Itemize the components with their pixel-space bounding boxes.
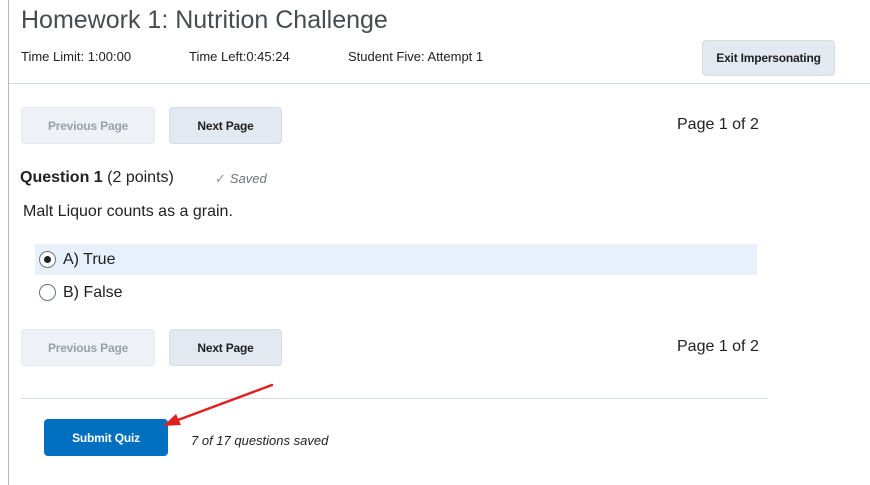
exit-impersonating-button[interactable]: Exit Impersonating	[702, 40, 835, 76]
quiz-title: Homework 1: Nutrition Challenge	[21, 6, 388, 34]
radio-button-checked[interactable]	[39, 251, 56, 268]
time-left: Time Left:0:45:24	[189, 49, 290, 64]
saved-status: 7 of 17 questions saved	[191, 433, 329, 448]
question-number: Question 1	[20, 169, 103, 186]
time-limit: Time Limit: 1:00:00	[21, 49, 132, 64]
next-page-button-top[interactable]: Next Page	[169, 107, 282, 144]
saved-indicator: ✓ Saved	[215, 171, 267, 187]
window-border	[8, 0, 9, 485]
question-header: Question 1 (2 points)	[20, 169, 174, 187]
next-page-button-bottom[interactable]: Next Page	[169, 329, 282, 366]
student-attempt: Student Five: Attempt 1	[348, 49, 484, 64]
answer-option-true[interactable]: A) True	[35, 244, 757, 275]
answer-option-false[interactable]: B) False	[35, 277, 757, 308]
page-indicator-bottom: Page 1 of 2	[677, 338, 759, 355]
radio-button-unchecked[interactable]	[39, 284, 56, 301]
saved-label: Saved	[229, 171, 267, 186]
question-text: Malt Liquor counts as a grain.	[23, 203, 233, 220]
page-indicator-top: Page 1 of 2	[677, 116, 759, 133]
question-points: (2 points)	[107, 169, 174, 186]
submit-quiz-button[interactable]: Submit Quiz	[44, 419, 168, 456]
option-label: A) True	[63, 250, 116, 268]
checkmark-icon: ✓	[215, 171, 226, 186]
header-divider	[9, 83, 870, 84]
previous-page-button-bottom[interactable]: Previous Page	[21, 329, 155, 366]
previous-page-button-top[interactable]: Previous Page	[21, 107, 155, 144]
footer-divider	[21, 398, 768, 399]
option-label: B) False	[63, 283, 123, 301]
